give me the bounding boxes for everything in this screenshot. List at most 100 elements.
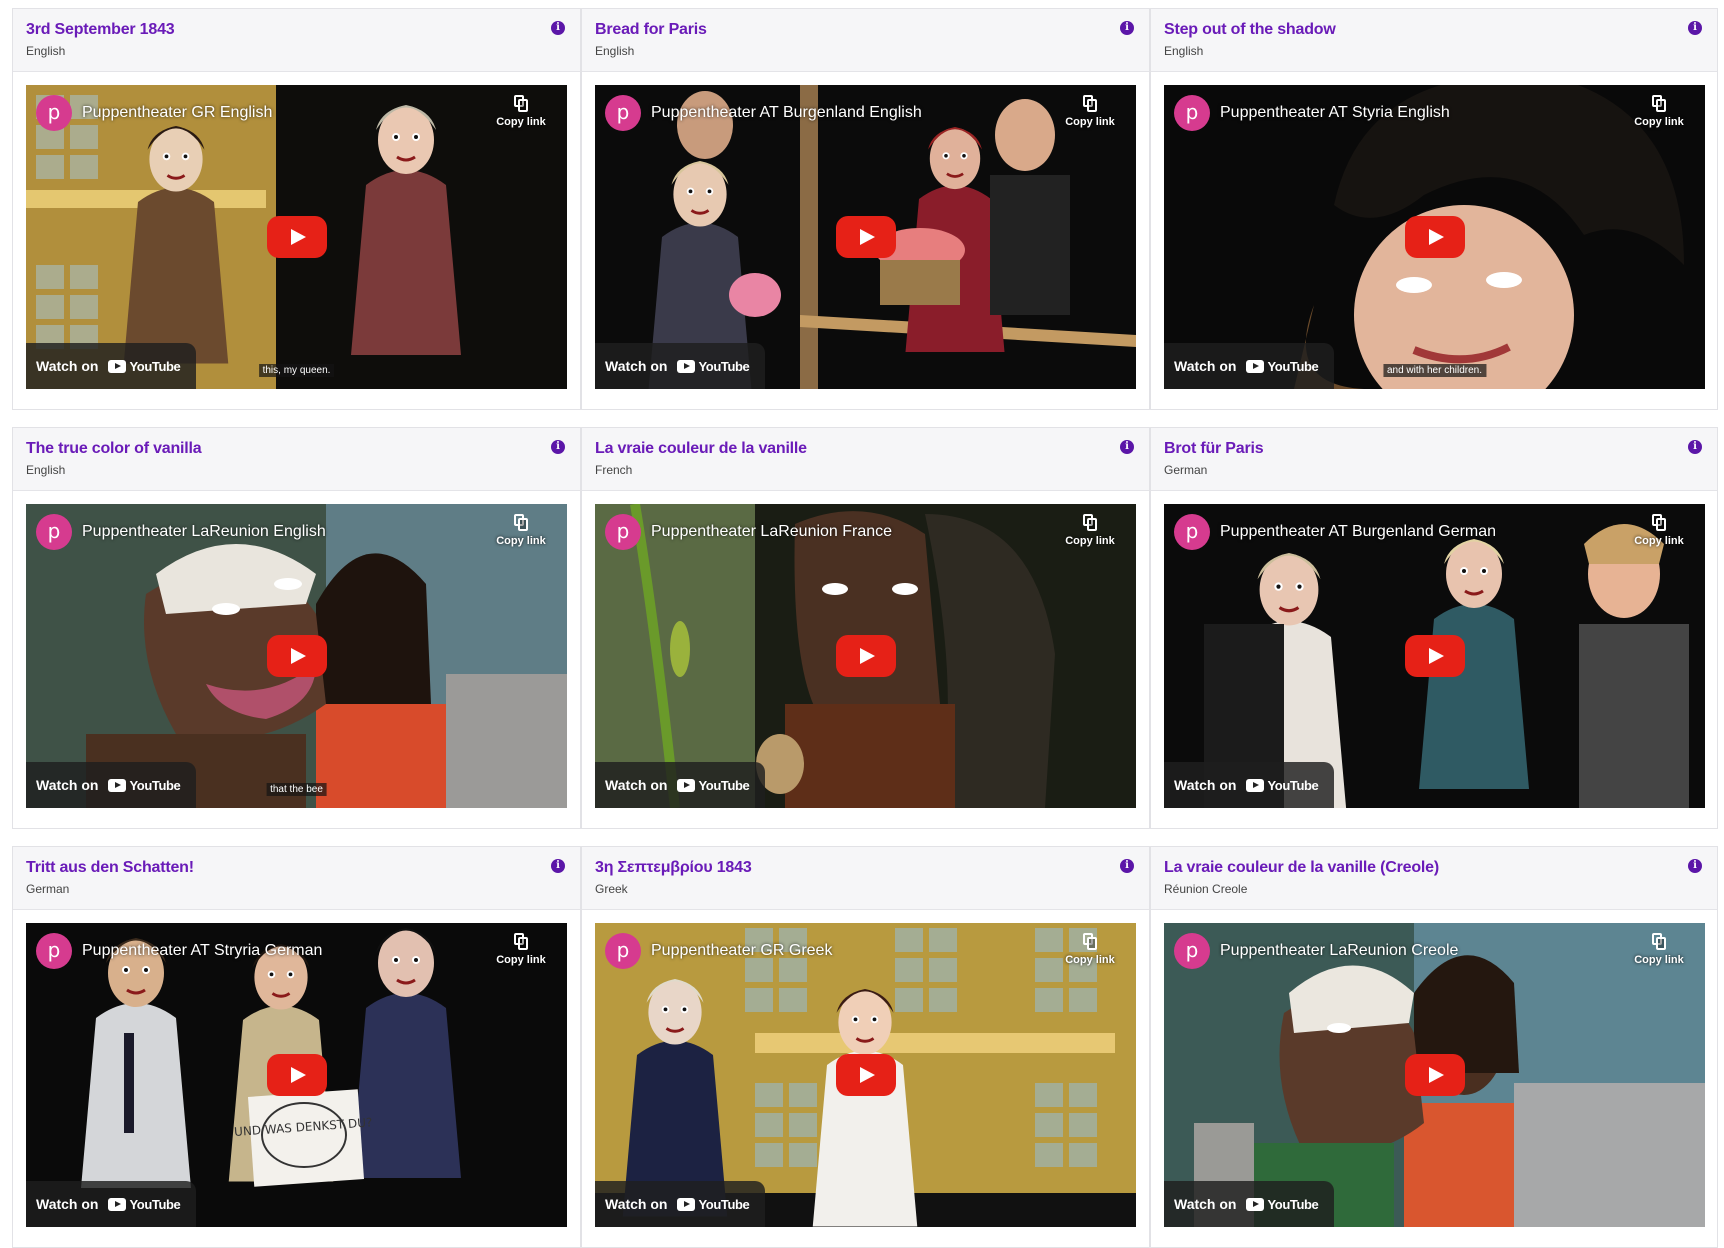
video-language: German <box>26 882 70 896</box>
channel-name[interactable]: Puppentheater LaReunion Creole <box>1220 942 1458 960</box>
video-card: Bread for Paris English i p Puppentheate… <box>581 8 1150 410</box>
info-icon[interactable]: i <box>1688 440 1702 454</box>
info-icon[interactable]: i <box>1688 859 1702 873</box>
info-icon[interactable]: i <box>1120 21 1134 35</box>
copy-link-button[interactable]: Copy link <box>1631 95 1687 128</box>
play-icon[interactable] <box>835 635 896 677</box>
copy-icon <box>1083 514 1097 531</box>
card-header: Step out of the shadow English i <box>1151 9 1717 72</box>
card-header: Brot für Paris German i <box>1151 428 1717 491</box>
play-icon[interactable] <box>1404 216 1465 258</box>
watch-on-youtube-button[interactable]: Watch on YouTube <box>26 762 197 808</box>
copy-link-button[interactable]: Copy link <box>1062 95 1118 128</box>
copy-link-button[interactable]: Copy link <box>493 514 549 547</box>
youtube-wordmark: YouTube <box>1267 777 1319 793</box>
copy-link-button[interactable]: Copy link <box>1062 514 1118 547</box>
video-card: Tritt aus den Schatten! German i UND WAS… <box>12 846 581 1248</box>
copy-icon <box>514 933 528 950</box>
info-icon[interactable]: i <box>551 440 565 454</box>
channel-avatar[interactable]: p <box>605 514 641 550</box>
watch-on-youtube-button[interactable]: Watch on YouTube <box>595 343 766 389</box>
youtube-wordmark: YouTube <box>129 777 181 793</box>
play-icon[interactable] <box>835 216 896 258</box>
watch-on-youtube-button[interactable]: Watch on YouTube <box>1164 343 1335 389</box>
youtube-embed[interactable]: p Puppentheater AT Burgenland English Co… <box>595 85 1136 389</box>
channel-name[interactable]: Puppentheater AT Burgenland German <box>1220 523 1496 541</box>
youtube-wordmark: YouTube <box>1267 1196 1319 1212</box>
video-subtitle: this, my queen. <box>258 364 335 377</box>
channel-info[interactable]: p Puppentheater LaReunion France <box>605 514 892 550</box>
info-icon[interactable]: i <box>1688 21 1702 35</box>
copy-link-button[interactable]: Copy link <box>1062 933 1118 966</box>
youtube-logo-icon <box>677 359 696 373</box>
channel-name[interactable]: Puppentheater AT Stryria German <box>82 942 322 960</box>
play-icon[interactable] <box>266 216 327 258</box>
video-language: Réunion Creole <box>1164 882 1248 896</box>
channel-avatar[interactable]: p <box>1174 933 1210 969</box>
copy-link-button[interactable]: Copy link <box>1631 514 1687 547</box>
video-grid: 3rd September 1843 English i p Puppenthe… <box>12 8 1718 1248</box>
video-card: Step out of the shadow English i p Puppe… <box>1150 8 1718 410</box>
channel-avatar[interactable]: p <box>36 933 72 969</box>
copy-link-label: Copy link <box>1065 116 1115 128</box>
watch-on-youtube-button[interactable]: Watch on YouTube <box>1164 762 1335 808</box>
channel-avatar[interactable]: p <box>605 95 641 131</box>
watch-on-label: Watch on <box>36 777 99 793</box>
channel-info[interactable]: p Puppentheater GR English <box>36 95 272 131</box>
watch-on-youtube-button[interactable]: Watch on YouTube <box>595 762 766 808</box>
channel-name[interactable]: Puppentheater AT Burgenland English <box>651 104 922 122</box>
youtube-embed[interactable]: p Puppentheater AT Burgenland German Cop… <box>1164 504 1705 808</box>
youtube-embed[interactable]: p Puppentheater LaReunion English Copy l… <box>26 504 567 808</box>
channel-info[interactable]: p Puppentheater AT Stryria German <box>36 933 322 969</box>
info-icon[interactable]: i <box>551 859 565 873</box>
channel-info[interactable]: p Puppentheater AT Burgenland German <box>1174 514 1496 550</box>
channel-info[interactable]: p Puppentheater GR Greek <box>605 933 832 969</box>
youtube-embed[interactable]: p Puppentheater LaReunion Creole Copy li… <box>1164 923 1705 1227</box>
channel-avatar[interactable]: p <box>605 933 641 969</box>
info-icon[interactable]: i <box>551 21 565 35</box>
info-icon[interactable]: i <box>1120 440 1134 454</box>
channel-name[interactable]: Puppentheater LaReunion English <box>82 523 326 541</box>
youtube-embed[interactable]: p Puppentheater GR English Copy link thi… <box>26 85 567 389</box>
youtube-embed[interactable]: p Puppentheater GR Greek Copy link Watch… <box>595 923 1136 1227</box>
video-language: English <box>1164 44 1204 58</box>
video-language: English <box>26 44 66 58</box>
channel-name[interactable]: Puppentheater LaReunion France <box>651 523 892 541</box>
channel-avatar[interactable]: p <box>1174 514 1210 550</box>
video-subtitle: that the bee <box>266 783 327 796</box>
channel-avatar[interactable]: p <box>1174 95 1210 131</box>
channel-info[interactable]: p Puppentheater AT Styria English <box>1174 95 1450 131</box>
channel-avatar[interactable]: p <box>36 514 72 550</box>
channel-info[interactable]: p Puppentheater AT Burgenland English <box>605 95 922 131</box>
youtube-logo-icon <box>108 778 127 792</box>
channel-name[interactable]: Puppentheater GR Greek <box>651 942 832 960</box>
youtube-embed[interactable]: UND WAS DENKST DU? p Puppentheater AT St… <box>26 923 567 1227</box>
play-icon[interactable] <box>266 1054 327 1096</box>
info-icon[interactable]: i <box>1120 859 1134 873</box>
copy-link-button[interactable]: Copy link <box>1631 933 1687 966</box>
watch-on-youtube-button[interactable]: Watch on YouTube <box>26 343 197 389</box>
copy-link-button[interactable]: Copy link <box>493 933 549 966</box>
watch-on-youtube-button[interactable]: Watch on YouTube <box>595 1181 766 1227</box>
channel-avatar[interactable]: p <box>36 95 72 131</box>
watch-on-youtube-button[interactable]: Watch on YouTube <box>26 1181 197 1227</box>
copy-icon <box>1083 95 1097 112</box>
card-header: 3rd September 1843 English i <box>13 9 580 72</box>
copy-link-label: Copy link <box>496 116 546 128</box>
play-icon[interactable] <box>835 1054 896 1096</box>
youtube-wordmark: YouTube <box>698 358 750 374</box>
copy-icon <box>514 514 528 531</box>
video-language: French <box>595 463 633 477</box>
play-icon[interactable] <box>266 635 327 677</box>
youtube-embed[interactable]: p Puppentheater LaReunion France Copy li… <box>595 504 1136 808</box>
watch-on-youtube-button[interactable]: Watch on YouTube <box>1164 1181 1335 1227</box>
channel-name[interactable]: Puppentheater GR English <box>82 104 272 122</box>
channel-info[interactable]: p Puppentheater LaReunion English <box>36 514 326 550</box>
play-icon[interactable] <box>1404 1054 1465 1096</box>
video-title: 3rd September 1843 <box>26 21 175 38</box>
youtube-embed[interactable]: p Puppentheater AT Styria English Copy l… <box>1164 85 1705 389</box>
copy-link-button[interactable]: Copy link <box>493 95 549 128</box>
play-icon[interactable] <box>1404 635 1465 677</box>
channel-name[interactable]: Puppentheater AT Styria English <box>1220 104 1450 122</box>
channel-info[interactable]: p Puppentheater LaReunion Creole <box>1174 933 1458 969</box>
